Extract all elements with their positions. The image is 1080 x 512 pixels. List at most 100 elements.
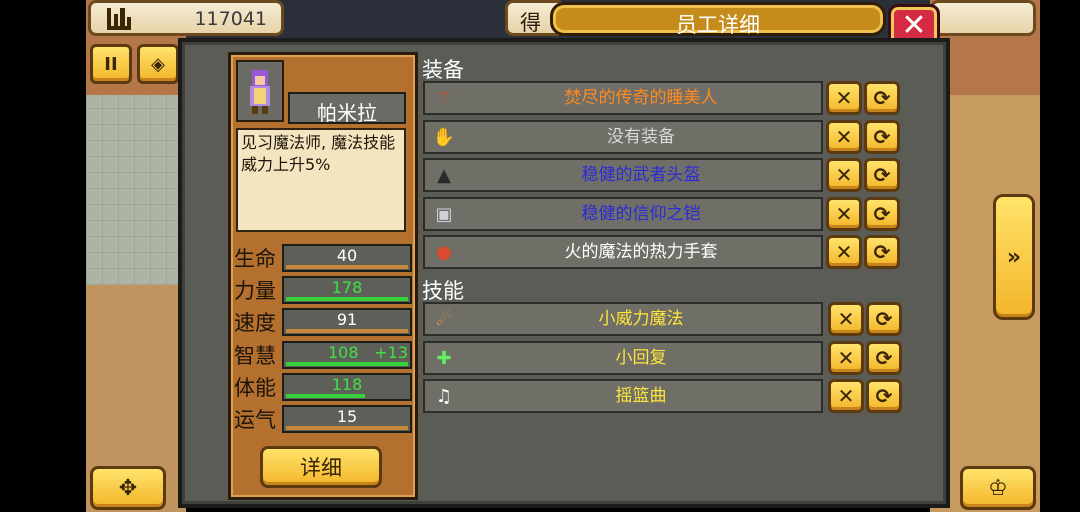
remove-equipment-button[interactable]: ✕ [826, 119, 862, 154]
stat-label: 生命 [234, 247, 276, 271]
close-icon: ✕ [901, 8, 927, 43]
remove-skill-button[interactable]: ✕ [828, 340, 864, 375]
equipment-row[interactable]: ● 火的魔法的热力手套 [423, 235, 823, 269]
swap-equipment-button[interactable]: ⟳ [864, 158, 900, 192]
skill-name: 小威力魔法 [598, 309, 684, 329]
swap-icon: ⟳ [873, 201, 891, 226]
x-icon: ✕ [835, 124, 853, 149]
equipment-section-title: 装备 [422, 58, 464, 82]
fireball-icon: ☄ [435, 309, 453, 330]
stat-value-box: 91 [282, 308, 412, 337]
stat-bar [286, 393, 366, 398]
stat-value: 118 [331, 374, 363, 394]
stat-bar [286, 426, 408, 430]
stat-value: 178 [331, 278, 363, 298]
window-title-banner: 员工详细 [550, 2, 886, 37]
stat-bar [286, 297, 408, 302]
x-icon: ✕ [835, 201, 853, 226]
remove-skill-button[interactable]: ✕ [828, 302, 864, 336]
swap-equipment-button[interactable]: ⟳ [864, 196, 900, 231]
detail-button-label: 详细 [300, 456, 342, 480]
skills-section-title: 技能 [422, 279, 464, 303]
stack-button[interactable]: ◈ [137, 44, 179, 84]
swap-icon: ⟳ [875, 345, 893, 370]
swap-equipment-button[interactable]: ⟳ [864, 119, 900, 154]
stack-icon: ◈ [151, 53, 165, 75]
swap-skill-button[interactable]: ⟳ [866, 340, 902, 375]
crown-button[interactable]: ♔ [960, 466, 1036, 510]
stat-row: 力量 178 [232, 274, 412, 306]
character-name: 帕米拉 [317, 101, 377, 125]
skill-row[interactable]: ✚ 小回复 [423, 340, 823, 375]
swap-icon: ⟳ [873, 86, 891, 110]
swap-skill-button[interactable]: ⟳ [866, 302, 902, 336]
stat-label: 智慧 [234, 343, 276, 368]
swap-icon: ⟳ [873, 240, 891, 264]
remove-equipment-button[interactable]: ✕ [826, 196, 862, 231]
equipment-row[interactable]: ⚚ 焚尽的传奇的睡美人 [423, 81, 823, 115]
skill-row[interactable]: ☄ 小威力魔法 [423, 302, 823, 336]
stat-row: 生命 40 [232, 242, 412, 274]
x-icon: ✕ [837, 307, 855, 331]
stat-value-box: 178 [282, 276, 412, 305]
equipment-row[interactable]: ▲ 稳健的武者头盔 [423, 158, 823, 192]
stat-row: 速度 91 [232, 306, 412, 338]
pause-button[interactable]: II [90, 44, 132, 84]
equipment-name: 焚尽的传奇的睡美人 [564, 88, 718, 108]
staff-icon: ⚚ [435, 88, 453, 109]
stat-row: 运气 15 [232, 403, 412, 435]
stat-label: 运气 [234, 408, 276, 432]
heal-cross-icon: ✚ [436, 347, 452, 369]
gauntlet-icon: ● [436, 242, 452, 263]
character-description-box: 见习魔法师, 魔法技能威力上升5% [236, 128, 406, 232]
stat-value-box: 118 [282, 372, 412, 401]
stat-value-box: +13 108 [282, 340, 412, 369]
stat-value: 91 [336, 310, 358, 330]
swap-icon: ⟳ [875, 384, 893, 408]
x-icon: ✕ [835, 86, 853, 110]
remove-equipment-button[interactable]: ✕ [826, 81, 862, 115]
stat-value-box: 40 [282, 244, 412, 272]
stat-bar [286, 265, 408, 269]
next-employee-button[interactable]: » [993, 194, 1035, 320]
stat-value-box: 15 [282, 405, 412, 433]
detail-button[interactable]: 详细 [260, 446, 382, 488]
stat-value: 15 [336, 407, 358, 426]
stat-bar [286, 361, 408, 366]
equipment-name: 稳健的信仰之铠 [581, 203, 701, 224]
x-icon: ✕ [835, 163, 853, 187]
swap-skill-button[interactable]: ⟳ [866, 379, 902, 413]
swap-equipment-button[interactable]: ⟳ [864, 235, 900, 269]
move-button[interactable]: ✥ [90, 466, 166, 510]
mage-sprite-icon [250, 70, 270, 114]
stat-label: 速度 [234, 311, 276, 336]
equipment-row[interactable]: ✋ 没有装备 [423, 119, 823, 154]
swap-icon: ⟳ [875, 307, 893, 331]
stat-row: 智慧 +13 108 [232, 339, 412, 371]
x-icon: ✕ [837, 345, 855, 370]
glove-slot-icon: ✋ [432, 126, 456, 148]
double-right-arrow-icon: » [1006, 244, 1022, 270]
stat-label: 体能 [234, 375, 276, 400]
equipment-row[interactable]: ▣ 稳健的信仰之铠 [423, 196, 823, 231]
character-description: 见习魔法师, 魔法技能威力上升5% [241, 133, 396, 174]
armor-icon: ▣ [435, 203, 453, 225]
skill-row[interactable]: ♫ 摇篮曲 [423, 379, 823, 413]
equipment-name: 稳健的武者头盔 [581, 165, 701, 185]
remove-equipment-button[interactable]: ✕ [826, 158, 862, 192]
stat-value: 108 [328, 342, 359, 362]
stat-row: 体能 118 [232, 371, 412, 403]
dpad-icon: ✥ [118, 475, 138, 501]
swap-equipment-button[interactable]: ⟳ [864, 81, 900, 115]
x-icon: ✕ [837, 384, 855, 408]
character-name-box: 帕米拉 [288, 92, 406, 125]
crown-icon: ♔ [988, 475, 1008, 501]
remove-equipment-button[interactable]: ✕ [826, 235, 862, 269]
building-icon [107, 8, 131, 30]
skill-name: 摇篮曲 [615, 386, 667, 406]
top-tab-label: 得 [520, 11, 541, 35]
window-title: 员工详细 [676, 13, 760, 37]
remove-skill-button[interactable]: ✕ [828, 379, 864, 413]
equipment-name: 没有装备 [607, 126, 675, 147]
swap-icon: ⟳ [873, 163, 891, 187]
